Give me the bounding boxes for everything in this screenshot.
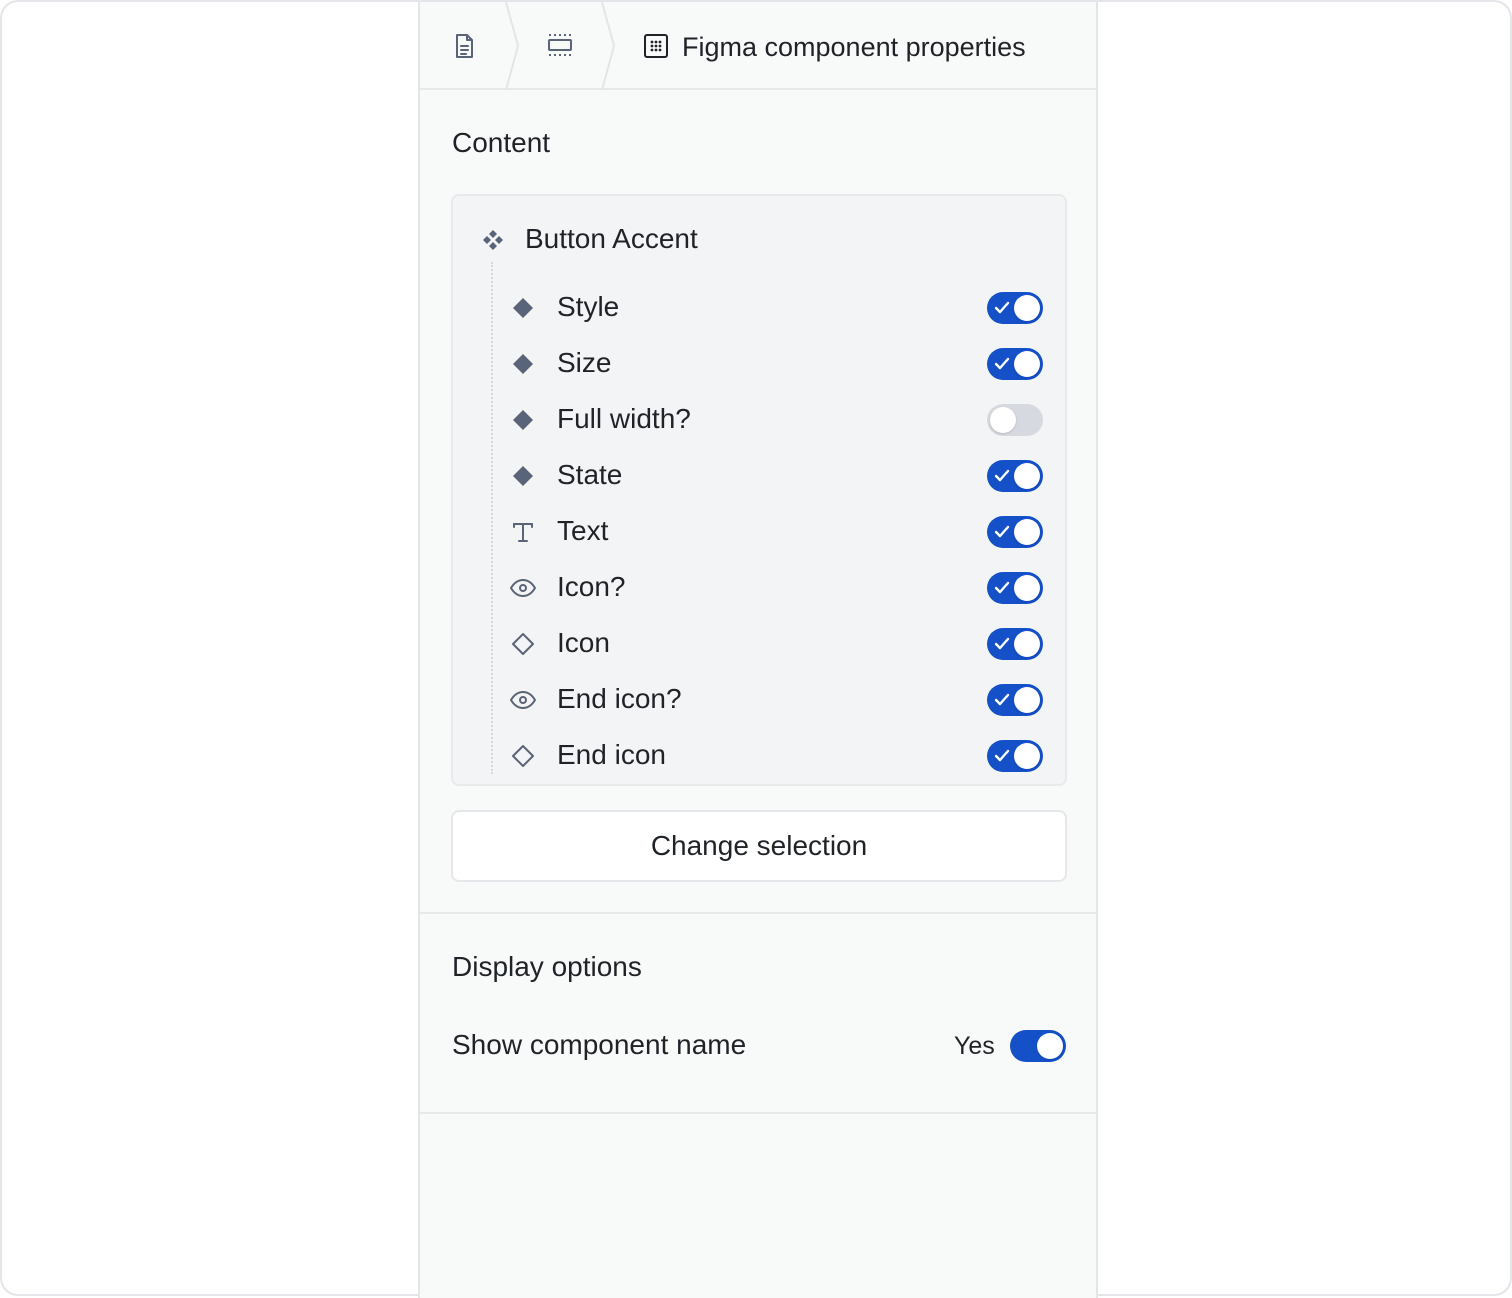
property-label: End icon [557, 739, 666, 770]
check-icon [994, 581, 1010, 594]
component-properties-card: Button Accent Style Size Full width? State T… [451, 194, 1067, 786]
property-visibility-toggle[interactable] [987, 684, 1043, 716]
check-icon [994, 693, 1010, 706]
document-icon[interactable] [450, 32, 478, 60]
property-row: Text [509, 504, 1045, 560]
property-visibility-toggle[interactable] [987, 460, 1043, 492]
property-label: Icon? [557, 571, 626, 602]
frame-icon[interactable] [546, 32, 574, 60]
show-component-name-label: Show component name [452, 1029, 747, 1060]
eye-icon [509, 578, 537, 598]
display-options-section-title: Display options [452, 951, 642, 982]
toggle-knob [1014, 631, 1040, 657]
property-label: Text [557, 515, 609, 546]
property-row: End icon [509, 728, 1045, 784]
eye-icon [509, 690, 537, 710]
toggle-knob [1014, 351, 1040, 377]
toggle-knob [1037, 1033, 1063, 1059]
breadcrumb-current-title: Figma component properties [682, 32, 1026, 62]
check-icon [994, 301, 1010, 314]
property-visibility-toggle[interactable] [987, 740, 1043, 772]
component-set-icon[interactable] [642, 32, 670, 60]
breadcrumb: Figma component properties [420, 2, 1096, 90]
property-visibility-toggle[interactable] [987, 628, 1043, 660]
tree-guide-line [491, 262, 493, 774]
toggle-knob [1014, 519, 1040, 545]
variant-diamond-icon [513, 354, 533, 374]
property-label: State [557, 459, 623, 490]
property-visibility-toggle[interactable] [987, 572, 1043, 604]
property-visibility-toggle[interactable] [987, 404, 1043, 436]
property-label: Style [557, 291, 620, 322]
toggle-knob [990, 407, 1016, 433]
property-visibility-toggle[interactable] [987, 516, 1043, 548]
check-icon [994, 525, 1010, 538]
variant-diamond-icon [513, 298, 533, 318]
check-icon [994, 749, 1010, 762]
instance-diamond-icon [512, 745, 534, 767]
toggle-knob [1014, 687, 1040, 713]
toggle-knob [1014, 743, 1040, 769]
instance-diamond-icon [512, 633, 534, 655]
property-row: Style [509, 280, 1045, 336]
section-divider [420, 912, 1096, 914]
change-selection-button[interactable]: Change selection [451, 810, 1067, 882]
variant-diamond-icon [513, 410, 533, 430]
properties-panel: Figma component properties Content Butto… [418, 2, 1098, 1298]
check-icon [994, 357, 1010, 370]
property-label: End icon? [557, 683, 682, 714]
property-row: End icon? [509, 672, 1045, 728]
breadcrumb-separator [505, 2, 520, 90]
property-label: Full width? [557, 403, 691, 434]
toggle-knob [1014, 463, 1040, 489]
content-section-title: Content [452, 127, 551, 158]
property-label: Size [557, 347, 612, 378]
property-row: Icon [509, 616, 1045, 672]
check-icon [994, 469, 1010, 482]
section-divider [420, 1112, 1096, 1114]
component-name: Button Accent [525, 223, 698, 254]
window-frame: Figma component properties Content Butto… [0, 0, 1512, 1298]
property-row: Full width? [509, 392, 1045, 448]
check-icon [994, 637, 1010, 650]
toggle-knob [1014, 575, 1040, 601]
property-row: Icon? [509, 560, 1045, 616]
property-label: Icon [557, 627, 610, 658]
show-component-name-value: Yes [954, 1032, 995, 1060]
component-icon [483, 230, 503, 250]
property-visibility-toggle[interactable] [987, 292, 1043, 324]
show-component-name-toggle[interactable] [1010, 1030, 1066, 1062]
property-visibility-toggle[interactable] [987, 348, 1043, 380]
text-icon [513, 523, 533, 542]
toggle-knob [1014, 295, 1040, 321]
breadcrumb-separator [601, 2, 616, 90]
property-row: Size [509, 336, 1045, 392]
property-row: State [509, 448, 1045, 504]
variant-diamond-icon [513, 466, 533, 486]
